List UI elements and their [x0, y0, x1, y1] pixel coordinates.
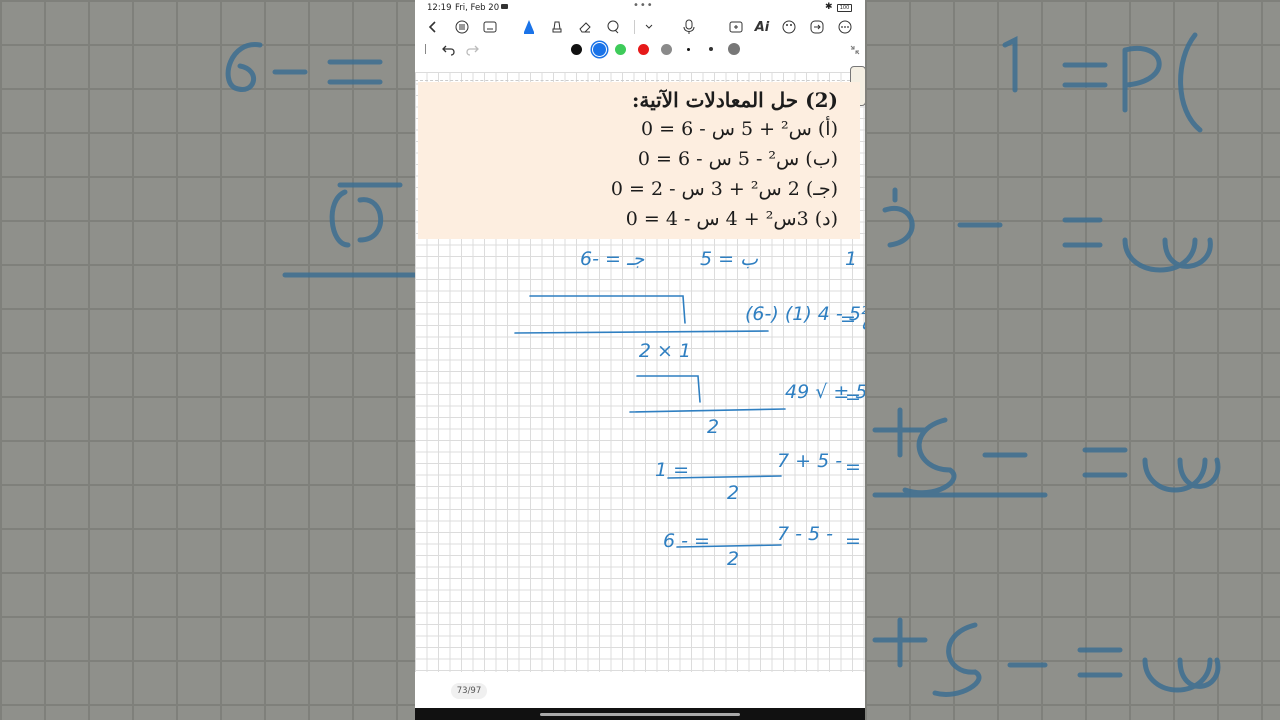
- step2-numerator: - 5 ± √ 49: [785, 381, 865, 403]
- coeff-a: أ = 1: [845, 246, 865, 270]
- fraction-line-1: [514, 330, 769, 334]
- background-blur-right: [865, 0, 1280, 720]
- sqrt-bar-2: [636, 375, 701, 403]
- step4-lhs: س =: [845, 530, 865, 552]
- background-blur-left: [0, 0, 415, 720]
- step1-denominator: 2 × 1: [639, 340, 691, 362]
- coeff-c: جـ = -6: [580, 248, 645, 270]
- tablet-screen: 12:19 Fri, Feb 20 ••• ✱ 100 Ai (2) حل ال…: [415, 0, 865, 720]
- coeff-b: ب = 5: [700, 248, 758, 270]
- step3-numerator: - 5 + 7: [777, 450, 842, 472]
- home-indicator[interactable]: [540, 713, 740, 716]
- step1-numerator: - 5 ± √ 5² - 4 (1) (-6): [745, 303, 865, 325]
- handwriting-layer: أ = 1 ب = 5 جـ = -6 س = - 5 ± √ 5² - 4 (…: [514, 246, 865, 570]
- step2-denominator: 2: [707, 416, 719, 438]
- sqrt-bar-1: [529, 295, 686, 324]
- step4-numerator: - 5 - 7: [777, 523, 833, 545]
- step3-denominator: 2: [727, 482, 739, 504]
- step4-denominator: 2: [727, 548, 739, 570]
- fraction-line-2: [629, 408, 786, 413]
- step3-lhs: س =: [845, 456, 865, 478]
- step4-result: = - 6: [663, 530, 710, 552]
- page-indicator: 73/97: [451, 683, 487, 699]
